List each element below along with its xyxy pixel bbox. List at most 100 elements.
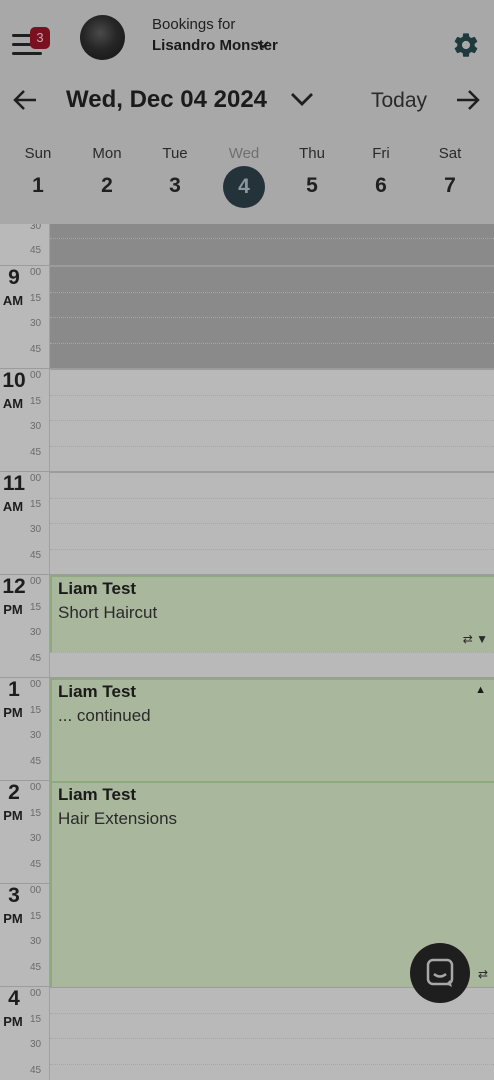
hour-label: 10 <box>2 369 26 392</box>
appointment-service: Hair Extensions <box>58 809 178 828</box>
ampm-label: PM <box>3 808 23 823</box>
minute-label: 45 <box>30 755 42 767</box>
weekday-name: Sun <box>24 145 52 162</box>
minute-label: 00 <box>30 782 42 793</box>
minute-label: 00 <box>30 267 42 278</box>
minute-label: 15 <box>30 807 42 819</box>
hour-row: 4 PM 00 15 30 45 <box>0 986 494 1080</box>
time-gutter: 3 PM 00 15 30 45 <box>0 884 50 987</box>
minute-label: 30 <box>30 833 42 844</box>
chevron-down-icon[interactable] <box>290 90 314 108</box>
slot-line <box>50 317 494 319</box>
weekday-number: 3 <box>169 174 181 197</box>
notification-badge: 3 <box>30 27 50 49</box>
ampm-label: PM <box>3 911 23 926</box>
hour-label: 1 <box>8 678 20 701</box>
time-gutter: 10 AM 00 15 30 45 <box>0 369 50 472</box>
appointment-client: Liam Test <box>58 785 137 804</box>
gear-icon[interactable] <box>452 31 480 59</box>
minute-label: 15 <box>30 1013 42 1025</box>
slot-line <box>50 497 494 499</box>
appointment-client: Liam Test <box>58 682 137 701</box>
weekday-name: Fri <box>372 145 390 162</box>
repeat-icon[interactable]: ⇄ ▼ <box>463 632 488 646</box>
minute-label: 30 <box>30 730 42 741</box>
expand-up-icon[interactable]: ▲ <box>475 684 486 696</box>
weekday-tue[interactable]: Tue 3 <box>145 144 205 198</box>
weekday-thu[interactable]: Thu 5 <box>282 144 342 198</box>
hour-label: 9 <box>8 266 20 289</box>
hour-label: 2 <box>8 781 20 804</box>
minute-label: 15 <box>30 601 42 613</box>
ampm-label: PM <box>3 705 23 720</box>
weekday-name: Wed <box>228 145 260 162</box>
selected-day-circle: 4 <box>223 166 265 208</box>
booking-app: 3 Bookings for Lisandro Monster Wed, Dec… <box>0 0 494 1080</box>
minute-label: 00 <box>30 473 42 484</box>
minute-label: 30 <box>30 524 42 535</box>
hour-row: 11 AM 00 15 30 45 <box>0 471 494 575</box>
time-gutter: 4 PM 00 15 30 45 <box>0 987 50 1080</box>
appointment-card[interactable]: Liam Test ... continued ▲ <box>50 678 494 781</box>
minute-label: 00 <box>30 370 42 381</box>
appointment-card[interactable]: Liam Test Short Haircut ⇄ ▼ <box>50 575 494 653</box>
bookings-for-label: Bookings for <box>152 16 236 33</box>
minute-label: 15 <box>30 292 42 304</box>
minute-label: 45 <box>30 446 42 458</box>
minute-label: 45 <box>30 343 42 355</box>
appointment-client: Liam Test <box>58 579 137 598</box>
chat-button[interactable] <box>410 943 470 1003</box>
slot-line <box>50 1064 494 1066</box>
week-strip: Sun 1 Mon 2 Tue 3 Wed 4 Thu 5 Fri 6 Sat … <box>0 144 494 214</box>
arrow-right-icon[interactable] <box>455 88 481 112</box>
current-date[interactable]: Wed, Dec 04 2024 <box>66 86 267 114</box>
weekday-sat[interactable]: Sat 7 <box>420 144 480 198</box>
appointment-service: Short Haircut <box>58 603 158 622</box>
minute-label: 30 <box>30 1039 42 1050</box>
weekday-number: 5 <box>306 174 318 197</box>
weekday-wed-selected[interactable]: Wed 4 <box>214 144 274 208</box>
avatar[interactable] <box>80 15 125 60</box>
hour-row: 9 AM 00 15 30 45 <box>0 265 494 369</box>
weekday-name: Tue <box>162 145 188 162</box>
minute-label: 45 <box>30 858 42 870</box>
repeat-icon[interactable]: ⇄ <box>478 967 488 981</box>
hour-label: 12 <box>2 575 26 598</box>
ampm-label: PM <box>3 1014 23 1029</box>
minute-label: 30 <box>30 627 42 638</box>
chat-icon <box>426 958 454 987</box>
ampm-label: AM <box>2 499 24 514</box>
time-gutter: 1 PM 00 15 30 45 <box>0 678 50 781</box>
slot-line <box>50 238 494 239</box>
weekday-fri[interactable]: Fri 6 <box>351 144 411 198</box>
minute-label: 00 <box>30 576 42 587</box>
minute-label: 15 <box>30 498 42 510</box>
hour-label: 11 <box>2 472 26 495</box>
appointment-service: ... continued <box>58 706 151 725</box>
slot-line <box>50 446 494 448</box>
ampm-label: PM <box>3 602 23 617</box>
time-gutter: 9 AM 00 15 30 45 <box>0 266 50 369</box>
today-button[interactable]: Today <box>371 89 427 113</box>
minute-label: 30 <box>30 421 42 432</box>
time-gutter: 2 PM 00 15 30 45 <box>0 781 50 884</box>
time-gutter: 11 AM 00 15 30 45 <box>0 472 50 575</box>
minute-label: 15 <box>30 910 42 922</box>
hour-divider <box>0 265 494 267</box>
chevron-down-icon[interactable] <box>257 40 269 50</box>
date-navigation: Wed, Dec 04 2024 Today <box>0 80 494 124</box>
hour-label: 3 <box>8 884 20 907</box>
weekday-mon[interactable]: Mon 2 <box>77 144 137 198</box>
arrow-left-icon[interactable] <box>12 88 38 112</box>
time-gutter: 12 PM 00 15 30 45 <box>0 575 50 678</box>
weekday-name: Thu <box>299 145 325 162</box>
minute-label: 30 <box>30 318 42 329</box>
slot-line <box>50 1012 494 1014</box>
slot-line <box>50 343 494 345</box>
minute-label: 45 <box>30 652 42 664</box>
minute-label: 15 <box>30 704 42 716</box>
minute-label: 45 <box>30 245 42 256</box>
header: 3 Bookings for Lisandro Monster Wed, Dec… <box>0 0 494 224</box>
minute-label: 00 <box>30 679 42 690</box>
weekday-sun[interactable]: Sun 1 <box>8 144 68 198</box>
